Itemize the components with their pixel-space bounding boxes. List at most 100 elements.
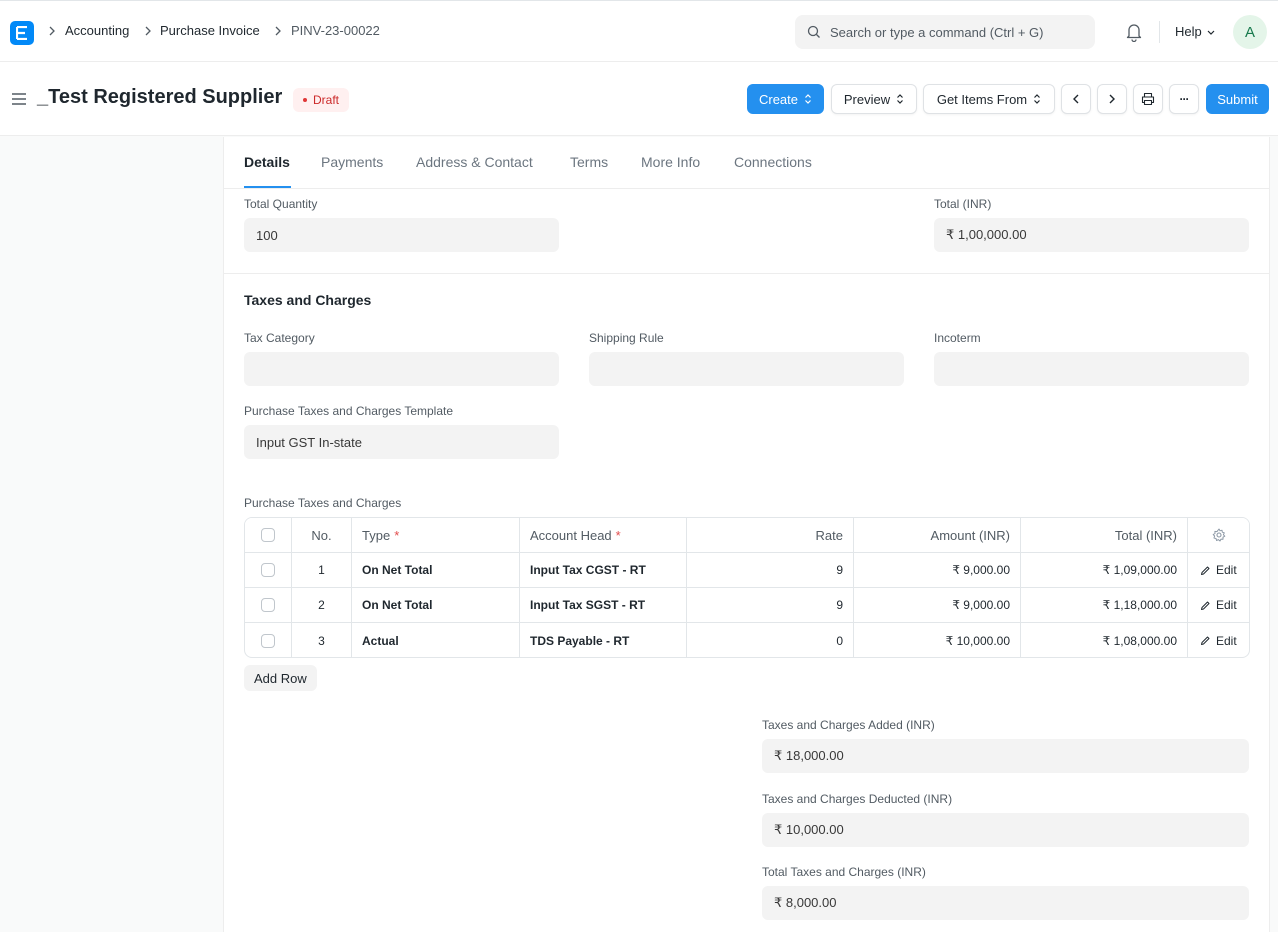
row-amount[interactable]: ₹ 9,000.00	[854, 588, 1021, 622]
tab-connections[interactable]: Connections	[734, 154, 812, 170]
total-quantity-field[interactable]: 100	[244, 218, 559, 252]
incoterm-field[interactable]	[934, 352, 1249, 386]
header-rate: Rate	[687, 518, 854, 552]
avatar[interactable]: A	[1233, 15, 1267, 49]
section-divider	[224, 273, 1270, 274]
sidebar-toggle-icon[interactable]	[11, 92, 27, 106]
taxes-deducted-field[interactable]: ₹ 10,000.00	[762, 813, 1249, 847]
row-type[interactable]: On Net Total	[352, 588, 520, 622]
sidebar	[0, 137, 223, 932]
row-amount[interactable]: ₹ 10,000.00	[854, 623, 1021, 657]
breadcrumb-purchase-invoice[interactable]: Purchase Invoice	[160, 23, 260, 38]
search-input[interactable]: Search or type a command (Ctrl + G)	[795, 15, 1095, 49]
row-no: 1	[292, 553, 352, 587]
breadcrumb-current[interactable]: PINV-23-00022	[291, 23, 380, 38]
row-account-head[interactable]: Input Tax CGST - RT	[520, 553, 687, 587]
section-title-taxes: Taxes and Charges	[244, 292, 372, 308]
more-actions-button[interactable]: ···	[1169, 84, 1199, 114]
gear-icon[interactable]	[1212, 528, 1226, 542]
row-type[interactable]: On Net Total	[352, 553, 520, 587]
help-dropdown[interactable]: Help	[1175, 24, 1216, 39]
form-tabs: Details Payments Address & Contact Terms…	[224, 137, 1270, 189]
tab-more-info[interactable]: More Info	[641, 154, 700, 170]
row-edit-cell: Edit	[1188, 553, 1249, 587]
header-amount: Amount (INR)	[854, 518, 1021, 552]
taxes-added-field[interactable]: ₹ 18,000.00	[762, 739, 1249, 773]
table-row[interactable]: 2 On Net Total Input Tax SGST - RT 9 ₹ 9…	[245, 588, 1249, 623]
row-checkbox[interactable]	[261, 633, 275, 648]
shipping-rule-field[interactable]	[589, 352, 904, 386]
row-checkbox[interactable]	[261, 563, 275, 577]
row-rate[interactable]: 0	[687, 623, 854, 657]
breadcrumb-accounting[interactable]: Accounting	[65, 23, 129, 38]
incoterm-label: Incoterm	[934, 331, 981, 345]
tab-address-contact[interactable]: Address & Contact	[416, 154, 533, 170]
template-label: Purchase Taxes and Charges Template	[244, 404, 454, 418]
print-button[interactable]	[1133, 84, 1163, 114]
select-arrows-icon	[1034, 94, 1041, 104]
table-header-row: No. Type * Account Head * Rate Amount (INR…	[245, 518, 1249, 553]
pencil-icon	[1201, 601, 1210, 610]
taxes-deducted-label: Taxes and Charges Deducted (INR)	[762, 792, 953, 806]
row-account-head[interactable]: Input Tax SGST - RT	[520, 588, 687, 622]
page-head: _Test Registered Supplier Draft Create P…	[0, 62, 1278, 136]
column-settings-cell	[1188, 518, 1249, 552]
create-button[interactable]: Create	[747, 84, 824, 114]
tab-details[interactable]: Details	[244, 154, 290, 170]
row-account-head[interactable]: TDS Payable - RT	[520, 623, 687, 657]
row-edit-button[interactable]: Edit	[1188, 563, 1237, 577]
chevron-down-icon	[1207, 30, 1215, 35]
row-edit-button[interactable]: Edit	[1188, 598, 1237, 612]
create-button-label: Create	[758, 91, 799, 107]
row-amount[interactable]: ₹ 9,000.00	[854, 553, 1021, 587]
required-marker: *	[394, 527, 400, 543]
template-field[interactable]: Input GST In-state	[244, 425, 559, 459]
pencil-icon	[1201, 636, 1210, 645]
printer-icon	[1141, 92, 1155, 106]
table-row[interactable]: 3 Actual TDS Payable - RT 0 ₹ 10,000.00 …	[245, 623, 1249, 657]
header-type-label: Type	[362, 527, 391, 543]
add-row-button[interactable]: Add Row	[244, 665, 317, 691]
row-type[interactable]: Actual	[352, 623, 520, 657]
tab-payments[interactable]: Payments	[321, 154, 383, 170]
status-badge: Draft	[293, 88, 350, 112]
next-doc-button[interactable]	[1097, 84, 1127, 114]
status-label: Draft	[313, 93, 340, 107]
tax-category-field[interactable]	[244, 352, 559, 386]
row-checkbox[interactable]	[261, 598, 275, 612]
preview-button[interactable]: Preview	[831, 84, 917, 114]
get-items-from-label: Get Items From	[936, 91, 1028, 107]
submit-button-label: Submit	[1217, 91, 1258, 107]
submit-button[interactable]: Submit	[1206, 84, 1269, 114]
total-taxes-field[interactable]: ₹ 8,000.00	[762, 886, 1249, 920]
row-no: 3	[292, 623, 352, 657]
row-edit-label: Edit	[1216, 633, 1237, 648]
table-row[interactable]: 1 On Net Total Input Tax CGST - RT 9 ₹ 9…	[245, 553, 1249, 588]
help-label: Help	[1175, 24, 1202, 39]
notification-bell-icon[interactable]	[1125, 22, 1143, 42]
select-arrows-icon	[805, 94, 811, 104]
page-title: _Test Registered Supplier	[37, 86, 283, 108]
nav-divider	[1159, 21, 1160, 43]
row-total[interactable]: ₹ 1,09,000.00	[1021, 553, 1188, 587]
total-field[interactable]: ₹ 1,00,000.00	[934, 218, 1249, 252]
get-items-from-button[interactable]: Get Items From	[923, 84, 1055, 114]
row-rate[interactable]: 9	[687, 553, 854, 587]
row-rate[interactable]: 9	[687, 588, 854, 622]
app-logo-icon[interactable]	[10, 21, 34, 45]
row-total[interactable]: ₹ 1,18,000.00	[1021, 588, 1188, 622]
search-icon	[807, 25, 820, 38]
tab-terms[interactable]: Terms	[570, 154, 608, 170]
chevron-right-icon	[145, 26, 151, 36]
row-edit-button[interactable]: Edit	[1188, 634, 1237, 648]
row-edit-label: Edit	[1216, 563, 1237, 577]
row-no: 2	[292, 588, 352, 622]
required-marker: *	[615, 527, 621, 543]
pencil-icon	[1201, 566, 1210, 575]
row-edit-cell: Edit	[1188, 588, 1249, 622]
row-total[interactable]: ₹ 1,08,000.00	[1021, 623, 1188, 657]
previous-doc-button[interactable]	[1061, 84, 1091, 114]
select-all-checkbox[interactable]	[261, 528, 275, 542]
row-select-cell	[245, 588, 292, 622]
select-arrows-icon	[897, 94, 904, 104]
